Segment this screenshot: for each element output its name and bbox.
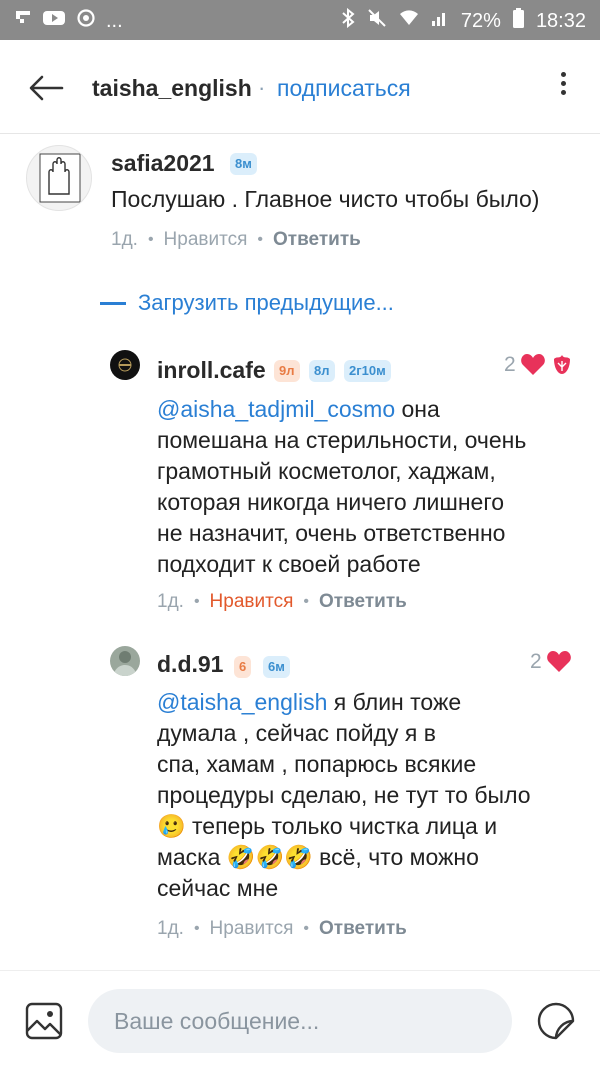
reply-text-line: думала , сейчас пойду я в (157, 720, 436, 746)
image-icon (25, 1002, 63, 1040)
comment-author[interactable]: safia2021 (111, 150, 215, 177)
subscribe-button[interactable]: подписаться (277, 75, 411, 102)
reply-text-line: сейчас мне (157, 875, 279, 901)
reply-text-line: @aisha_tadjmil_cosmo она (157, 396, 440, 422)
status-badge: 6м (263, 656, 290, 678)
signal-icon (431, 9, 449, 33)
avatar[interactable] (110, 646, 140, 676)
meta-separator: • (147, 231, 154, 248)
header-separator: · (258, 75, 266, 100)
like-count: 2 (530, 650, 542, 673)
heart-icon (520, 354, 545, 375)
reply-button[interactable]: Ответить (273, 229, 361, 251)
post-author-name[interactable]: taisha_english (92, 75, 252, 102)
user-photo-icon (113, 651, 137, 676)
header: taisha_english · подписаться (0, 40, 600, 134)
sticker-icon (537, 1002, 575, 1040)
like-button[interactable]: Нравится (164, 229, 248, 251)
meta-separator: • (193, 920, 200, 937)
comment-text: Послушаю . Главное чисто чтобы было) (111, 186, 540, 212)
youtube-icon (42, 9, 66, 33)
heart-icon (546, 651, 571, 672)
status-bar: ... 72% 18:32 (0, 0, 600, 40)
like-button[interactable]: Нравится (210, 591, 294, 613)
avatar[interactable] (110, 350, 140, 380)
message-input[interactable] (88, 989, 512, 1053)
status-badge: 2г10м (344, 360, 391, 382)
like-counter[interactable]: 2 (530, 650, 572, 674)
reply-time: 1д. (157, 918, 184, 939)
reply-meta: 1д. • Нравится • Ответить (157, 918, 407, 940)
sync-icon (76, 8, 96, 34)
arrow-left-icon (29, 75, 64, 101)
like-counter[interactable]: 2 (504, 353, 574, 377)
reply-text-line: помешана на стерильности, очень (157, 427, 527, 453)
status-badge: 8м (230, 153, 257, 175)
avatar[interactable] (26, 145, 92, 211)
wifi-icon (399, 9, 419, 33)
reply-button[interactable]: Ответить (319, 591, 407, 613)
menu-dot (560, 81, 566, 86)
menu-dot (560, 90, 566, 95)
flipboard-icon (14, 9, 32, 33)
comment-meta: 1д. • Нравится • Ответить (111, 229, 361, 251)
mention-link[interactable]: @aisha_tadjmil_cosmo (157, 396, 395, 422)
reply-author[interactable]: inroll.cafe (157, 357, 266, 384)
meta-separator: • (303, 920, 309, 937)
reply-meta: 1д. • Нравится • Ответить (157, 591, 407, 613)
like-count: 2 (504, 353, 516, 376)
status-badge: 6 (234, 656, 252, 678)
reply-text-line: спа, хамам , попарюсь всякие (157, 751, 477, 777)
battery-percent: 72% (460, 9, 501, 32)
load-previous-label: Загрузить предыдущие... (138, 290, 394, 315)
message-composer (0, 970, 600, 1066)
back-button[interactable] (26, 68, 66, 108)
reply-author[interactable]: d.d.91 (157, 651, 223, 678)
hands-icon (39, 153, 81, 203)
reply-text: @aisha_tadjmil_cosmo она помешана на сте… (157, 394, 526, 580)
load-previous-line (100, 301, 126, 305)
bluetooth-icon (341, 7, 355, 34)
menu-dot (560, 72, 566, 77)
reply-text-line: маска 🤣🤣🤣 всё, что можно (157, 844, 479, 870)
tulip-icon (553, 355, 570, 374)
reply-text-line: 🥲 теперь только чистка лица и (157, 813, 498, 839)
meta-separator: • (303, 593, 309, 610)
reply-text: @taisha_english я блин тоже думала , сей… (157, 687, 531, 904)
reply-time: 1д. (157, 591, 184, 612)
logo-icon (118, 358, 132, 372)
load-previous-button[interactable]: Загрузить предыдущие... (100, 290, 394, 316)
comment-time: 1д. (111, 229, 138, 250)
sticker-button[interactable] (536, 1001, 576, 1041)
reply-button[interactable]: Ответить (319, 918, 407, 940)
reply-text-line: грамотный косметолог, хаджам, (157, 458, 496, 484)
mention-link[interactable]: @taisha_english (157, 689, 327, 715)
more-options-button[interactable] (548, 68, 578, 108)
status-badge: 9л (274, 360, 300, 382)
attach-image-button[interactable] (24, 1001, 64, 1041)
reply-text-line: @taisha_english я блин тоже (157, 689, 462, 715)
status-bar-system: 72% 18:32 (341, 7, 586, 34)
mute-icon (367, 8, 387, 34)
more-notifications: ... (106, 10, 123, 32)
clock: 18:32 (535, 9, 586, 32)
like-button[interactable]: Нравится (210, 918, 294, 940)
reply-text-line: которая никогда ничего лишнего (157, 489, 504, 515)
status-badge: 8л (309, 360, 335, 382)
meta-separator: • (257, 231, 263, 248)
reply-text-line: подходит к своей работе (157, 551, 421, 577)
status-bar-notifications: ... (14, 8, 123, 34)
meta-separator: • (193, 593, 200, 610)
reply-text-line: процедуры сделаю, не тут то было (157, 782, 531, 808)
battery-icon (512, 8, 524, 34)
reply-text-line: не назначит, очень ответственно (157, 520, 506, 546)
